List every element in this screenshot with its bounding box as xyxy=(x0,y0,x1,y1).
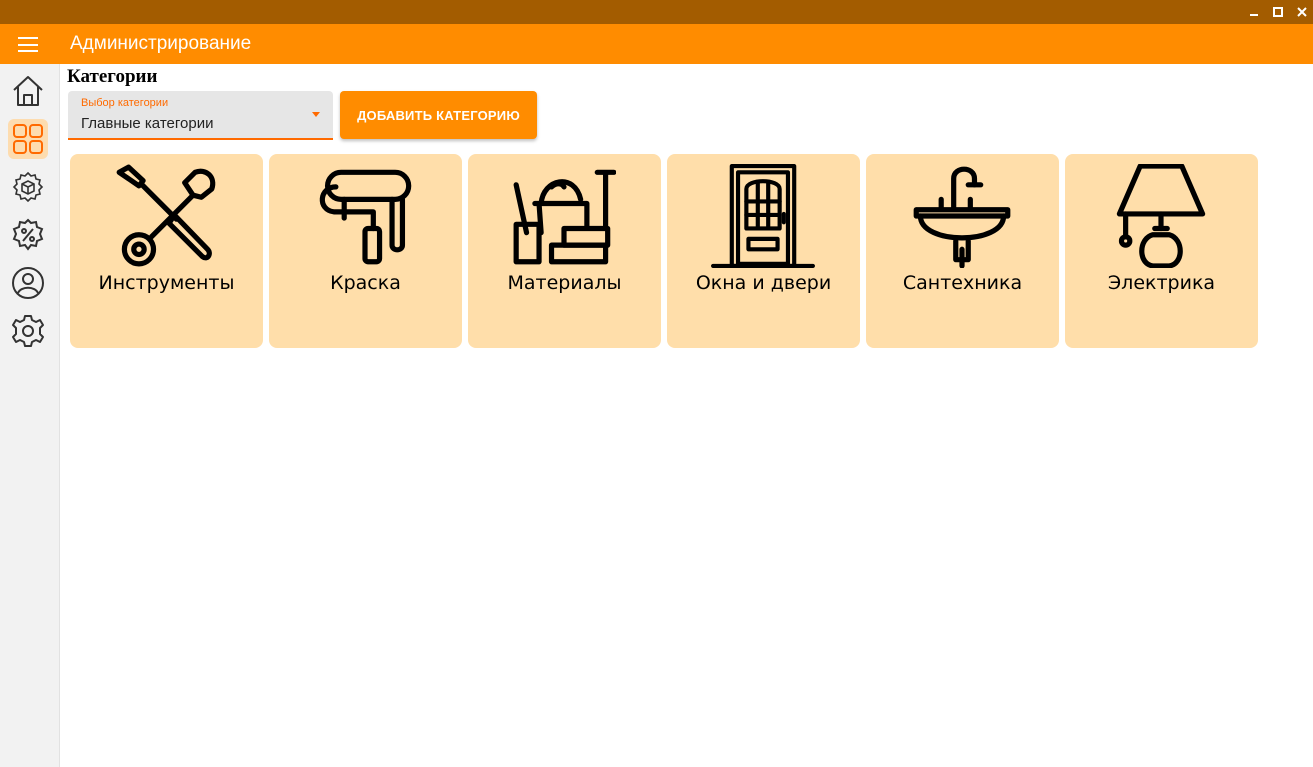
close-icon[interactable] xyxy=(1291,0,1313,24)
category-card-electrical[interactable]: Электрика xyxy=(1065,154,1258,348)
category-label: Материалы xyxy=(507,272,622,294)
app-bar: Администрирование xyxy=(0,24,1313,64)
category-card-tools[interactable]: Инструменты xyxy=(70,154,263,348)
percent-badge-icon xyxy=(12,218,44,251)
maximize-icon[interactable] xyxy=(1267,0,1289,24)
category-label: Электрика xyxy=(1107,272,1216,294)
nav-products[interactable] xyxy=(8,167,48,207)
category-label: Окна и двери xyxy=(695,272,832,294)
nav-users[interactable] xyxy=(8,263,48,303)
category-label: Инструменты xyxy=(98,272,235,294)
sidebar xyxy=(0,64,60,767)
category-card-doors[interactable]: Окна и двери xyxy=(667,154,860,348)
dropdown-arrow-icon[interactable] xyxy=(312,112,320,117)
nav-settings[interactable] xyxy=(8,311,48,351)
nav-discounts[interactable] xyxy=(8,215,48,255)
page-title: Категории xyxy=(67,66,158,87)
category-select-label: Выбор категории xyxy=(81,97,169,109)
category-label: Сантехника xyxy=(902,272,1023,294)
paint-roller-icon xyxy=(319,169,412,265)
tools-icon xyxy=(116,164,216,267)
home-icon xyxy=(13,76,43,106)
grid-icon xyxy=(13,124,43,154)
add-category-button[interactable]: ДОБАВИТЬ КАТЕГОРИЮ xyxy=(340,91,537,139)
category-select[interactable]: Выбор категории Главные категории xyxy=(68,91,333,140)
door-icon xyxy=(711,164,815,268)
category-card-materials[interactable]: Материалы xyxy=(468,154,661,348)
category-card-plumbing[interactable]: Сантехника xyxy=(866,154,1059,348)
minimize-icon[interactable] xyxy=(1243,0,1265,24)
hamburger-menu-icon[interactable] xyxy=(18,37,38,52)
category-select-value: Главные категории xyxy=(81,115,214,132)
nav-home[interactable] xyxy=(8,71,48,111)
app-title: Администрирование xyxy=(70,33,252,54)
nav-categories[interactable] xyxy=(8,119,48,159)
category-card-paint[interactable]: Краска xyxy=(269,154,462,348)
user-icon xyxy=(12,267,44,299)
category-label: Краска xyxy=(330,272,401,294)
window-titlebar xyxy=(0,0,1313,24)
sink-icon xyxy=(913,166,1011,268)
gear-box-icon xyxy=(12,171,44,203)
settings-icon xyxy=(12,315,44,347)
materials-icon xyxy=(513,169,616,265)
lamp-icon xyxy=(1116,164,1206,268)
